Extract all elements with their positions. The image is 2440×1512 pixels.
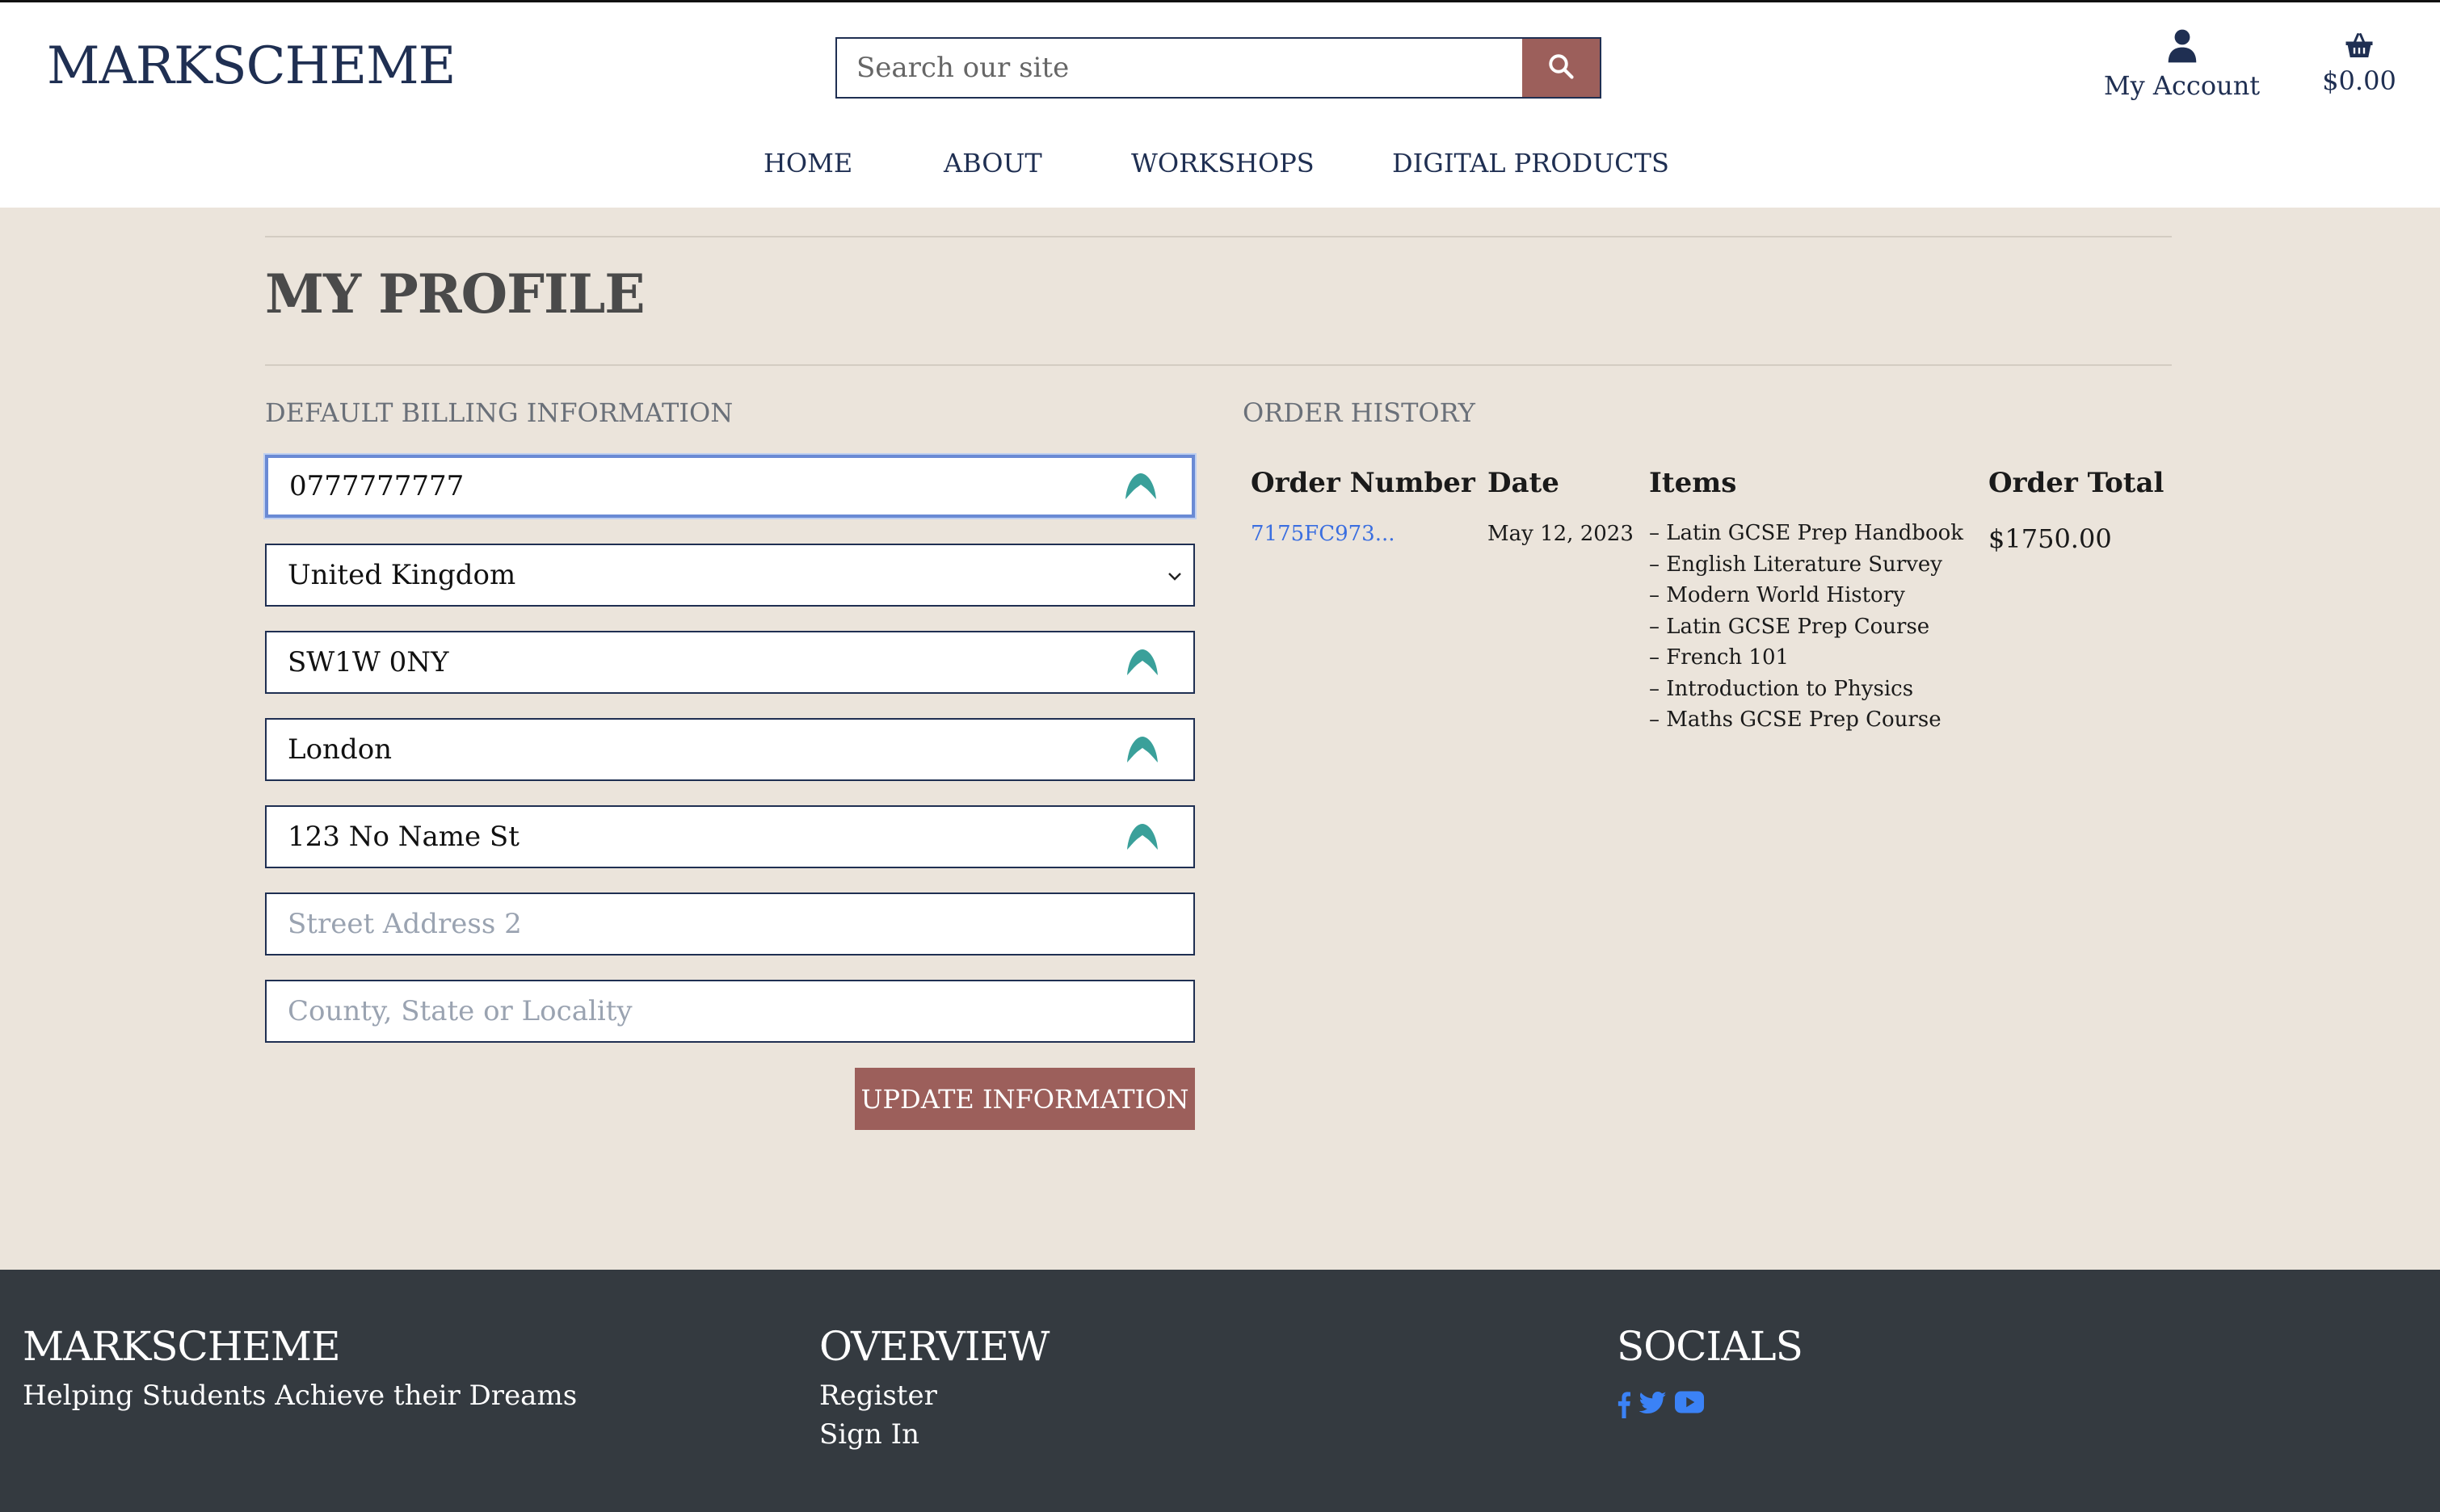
list-item: – English Literature Survey [1649, 552, 1942, 577]
social-icons [1617, 1391, 1803, 1418]
search-icon [1546, 52, 1575, 84]
search-bar [835, 37, 1601, 99]
items-header: Items [1649, 467, 1737, 499]
county-field[interactable]: County, State or Locality [265, 980, 1195, 1043]
list-item: – Introduction to Physics [1649, 676, 1914, 701]
order-date: May 12, 2023 [1487, 522, 1634, 546]
divider [265, 236, 2172, 237]
list-item: – Modern World History [1649, 583, 1905, 607]
country-select[interactable]: United Kingdom [265, 544, 1195, 607]
main-nav: HOME ABOUT WORKSHOPS DIGITAL PRODUCTS [0, 148, 2440, 188]
update-information-button[interactable]: UPDATE INFORMATION [855, 1068, 1195, 1130]
site-footer: MARKSCHEME Helping Students Achieve thei… [0, 1270, 2440, 1512]
list-item: – Latin GCSE Prep Handbook [1649, 521, 1964, 545]
street-address-2-placeholder: Street Address 2 [288, 908, 522, 940]
search-button[interactable] [1522, 37, 1601, 99]
list-item: – Maths GCSE Prep Course [1649, 708, 1941, 732]
order-total-header: Order Total [1988, 467, 2164, 499]
phone-value: 0777777777 [289, 470, 465, 502]
divider [265, 364, 2172, 366]
site-logo[interactable]: MARKSCHEME [47, 36, 456, 96]
postcode-value: SW1W 0NY [288, 646, 449, 678]
footer-logo: MARKSCHEME [23, 1323, 341, 1370]
town-value: London [288, 733, 393, 766]
order-number-header: Order Number [1251, 467, 1475, 499]
register-link[interactable]: Register [819, 1380, 1049, 1412]
town-field[interactable]: London [265, 718, 1195, 781]
county-placeholder: County, State or Locality [288, 995, 633, 1027]
footer-socials: SOCIALS [1617, 1323, 1803, 1418]
order-history-label: ORDER HISTORY [1243, 397, 1475, 428]
facebook-icon[interactable] [1617, 1391, 1631, 1418]
phone-field[interactable]: 0777777777 [265, 455, 1195, 518]
date-header: Date [1487, 467, 1559, 499]
street-address-1-value: 123 No Name St [288, 821, 520, 853]
twitter-icon[interactable] [1639, 1391, 1667, 1418]
postcode-field[interactable]: SW1W 0NY [265, 631, 1195, 694]
country-value: United Kingdom [288, 559, 516, 591]
sign-in-link[interactable]: Sign In [819, 1418, 1049, 1451]
my-account-label: My Account [2103, 70, 2261, 101]
site-header: MARKSCHEME My Account [0, 0, 2440, 208]
list-item: – French 101 [1649, 645, 1790, 670]
search-input[interactable] [835, 37, 1522, 99]
footer-overview-title: OVERVIEW [819, 1323, 1050, 1370]
autofill-icon[interactable] [1125, 735, 1159, 764]
footer-overview: OVERVIEW Register Sign In [819, 1323, 1050, 1451]
street-address-1-field[interactable]: 123 No Name St [265, 805, 1195, 868]
order-items-list: – Latin GCSE Prep Handbook – English Lit… [1649, 521, 1963, 739]
chevron-down-icon [1167, 564, 1182, 586]
youtube-icon[interactable] [1675, 1391, 1704, 1418]
order-total: $1750.00 [1988, 523, 2112, 554]
user-icon [2167, 28, 2198, 70]
footer-tagline: Helping Students Achieve their Dreams [23, 1380, 578, 1412]
list-item: – Latin GCSE Prep Course [1649, 614, 1930, 639]
autofill-icon[interactable] [1125, 822, 1159, 851]
billing-section-label: DEFAULT BILLING INFORMATION [265, 397, 734, 428]
order-number-link[interactable]: 7175FC973... [1251, 522, 1395, 546]
page-title: MY PROFILE [265, 262, 646, 326]
footer-socials-title: SOCIALS [1617, 1323, 1803, 1370]
nav-workshops[interactable]: WORKSHOPS [1131, 148, 1315, 178]
cart-link[interactable]: $0.00 [2317, 32, 2401, 96]
my-account-link[interactable]: My Account [2099, 28, 2265, 101]
autofill-icon[interactable] [1124, 472, 1158, 501]
nav-home[interactable]: HOME [764, 148, 852, 178]
nav-digital-products[interactable]: DIGITAL PRODUCTS [1392, 148, 1669, 178]
autofill-icon[interactable] [1125, 648, 1159, 677]
nav-about[interactable]: ABOUT [944, 148, 1042, 178]
footer-brand: MARKSCHEME Helping Students Achieve thei… [23, 1323, 577, 1412]
cart-total: $0.00 [2322, 65, 2396, 96]
basket-icon [2345, 32, 2374, 65]
street-address-2-field[interactable]: Street Address 2 [265, 892, 1195, 956]
